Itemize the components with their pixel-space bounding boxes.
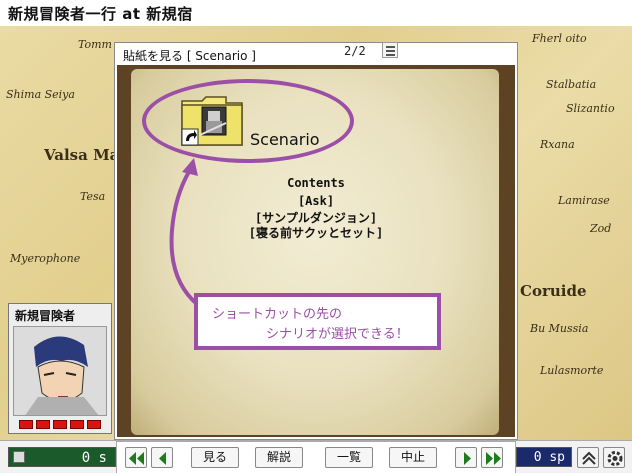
list-button[interactable]: 一覧 <box>325 447 373 468</box>
up-chevron-icon[interactable] <box>577 447 599 468</box>
contents-line: [寝る前サクッとセット] <box>248 226 384 240</box>
list-icon[interactable] <box>382 42 398 58</box>
map-label: Myerophone <box>10 252 81 265</box>
stop-button[interactable]: 中止 <box>389 447 437 468</box>
navigation-bar: 見る 解説 一覧 中止 <box>116 441 516 473</box>
sp-counter-value: 0 sp <box>533 450 565 465</box>
map-label: Tomm <box>78 38 112 51</box>
map-label: Lulasmorte <box>540 364 604 377</box>
contents-heading: Contents <box>287 176 345 190</box>
map-label: Fherl oito <box>532 32 587 45</box>
map-label: Slizantio <box>566 102 615 115</box>
double-right-icon[interactable] <box>481 447 503 468</box>
party-member-card[interactable]: 新規冒険者 <box>8 303 112 434</box>
sp-counter: 0 sp <box>516 447 572 467</box>
window-title: 新規冒険者一行 at 新規宿 <box>8 5 193 23</box>
page-number: 2/2 <box>344 44 366 58</box>
map-label: Lamirase <box>558 194 610 207</box>
map-label: Coruide <box>520 282 587 300</box>
dialog-title: 貼紙を見る [ Scenario ] <box>123 49 256 63</box>
highlight-ellipse <box>142 79 354 163</box>
explain-button[interactable]: 解説 <box>255 447 303 468</box>
map-label: Bu Mussia <box>530 322 589 335</box>
map-label: Valsa Ma <box>44 146 120 164</box>
annotation-callout: ショートカットの先の シナリオが選択できる！ <box>194 293 441 350</box>
callout-line1: ショートカットの先の <box>212 307 343 322</box>
map-label: Stalbatia <box>546 78 597 91</box>
left-counter: 0 s <box>8 447 116 467</box>
map-label: Tesa <box>80 190 106 203</box>
left-icon[interactable] <box>151 447 173 468</box>
map-label: Rxana <box>540 138 575 151</box>
map-label: Shima Seiya <box>6 88 75 101</box>
right-icon[interactable] <box>455 447 477 468</box>
avatar <box>13 326 107 416</box>
map-label: Zod <box>590 222 612 235</box>
window-titlebar: 新規冒険者一行 at 新規宿 <box>0 0 632 26</box>
left-counter-value: 0 s <box>81 450 107 466</box>
callout-line2: シナリオが選択できる！ <box>266 327 409 342</box>
contents-line: [Ask] <box>297 194 335 208</box>
double-left-icon[interactable] <box>125 447 147 468</box>
window-icon <box>13 451 25 463</box>
gear-icon[interactable] <box>603 447 625 468</box>
party-member-name: 新規冒険者 <box>15 309 76 323</box>
view-button[interactable]: 見る <box>191 447 239 468</box>
bottom-toolbar: 0 s 見る 解説 一覧 中止 0 sp <box>0 440 632 473</box>
